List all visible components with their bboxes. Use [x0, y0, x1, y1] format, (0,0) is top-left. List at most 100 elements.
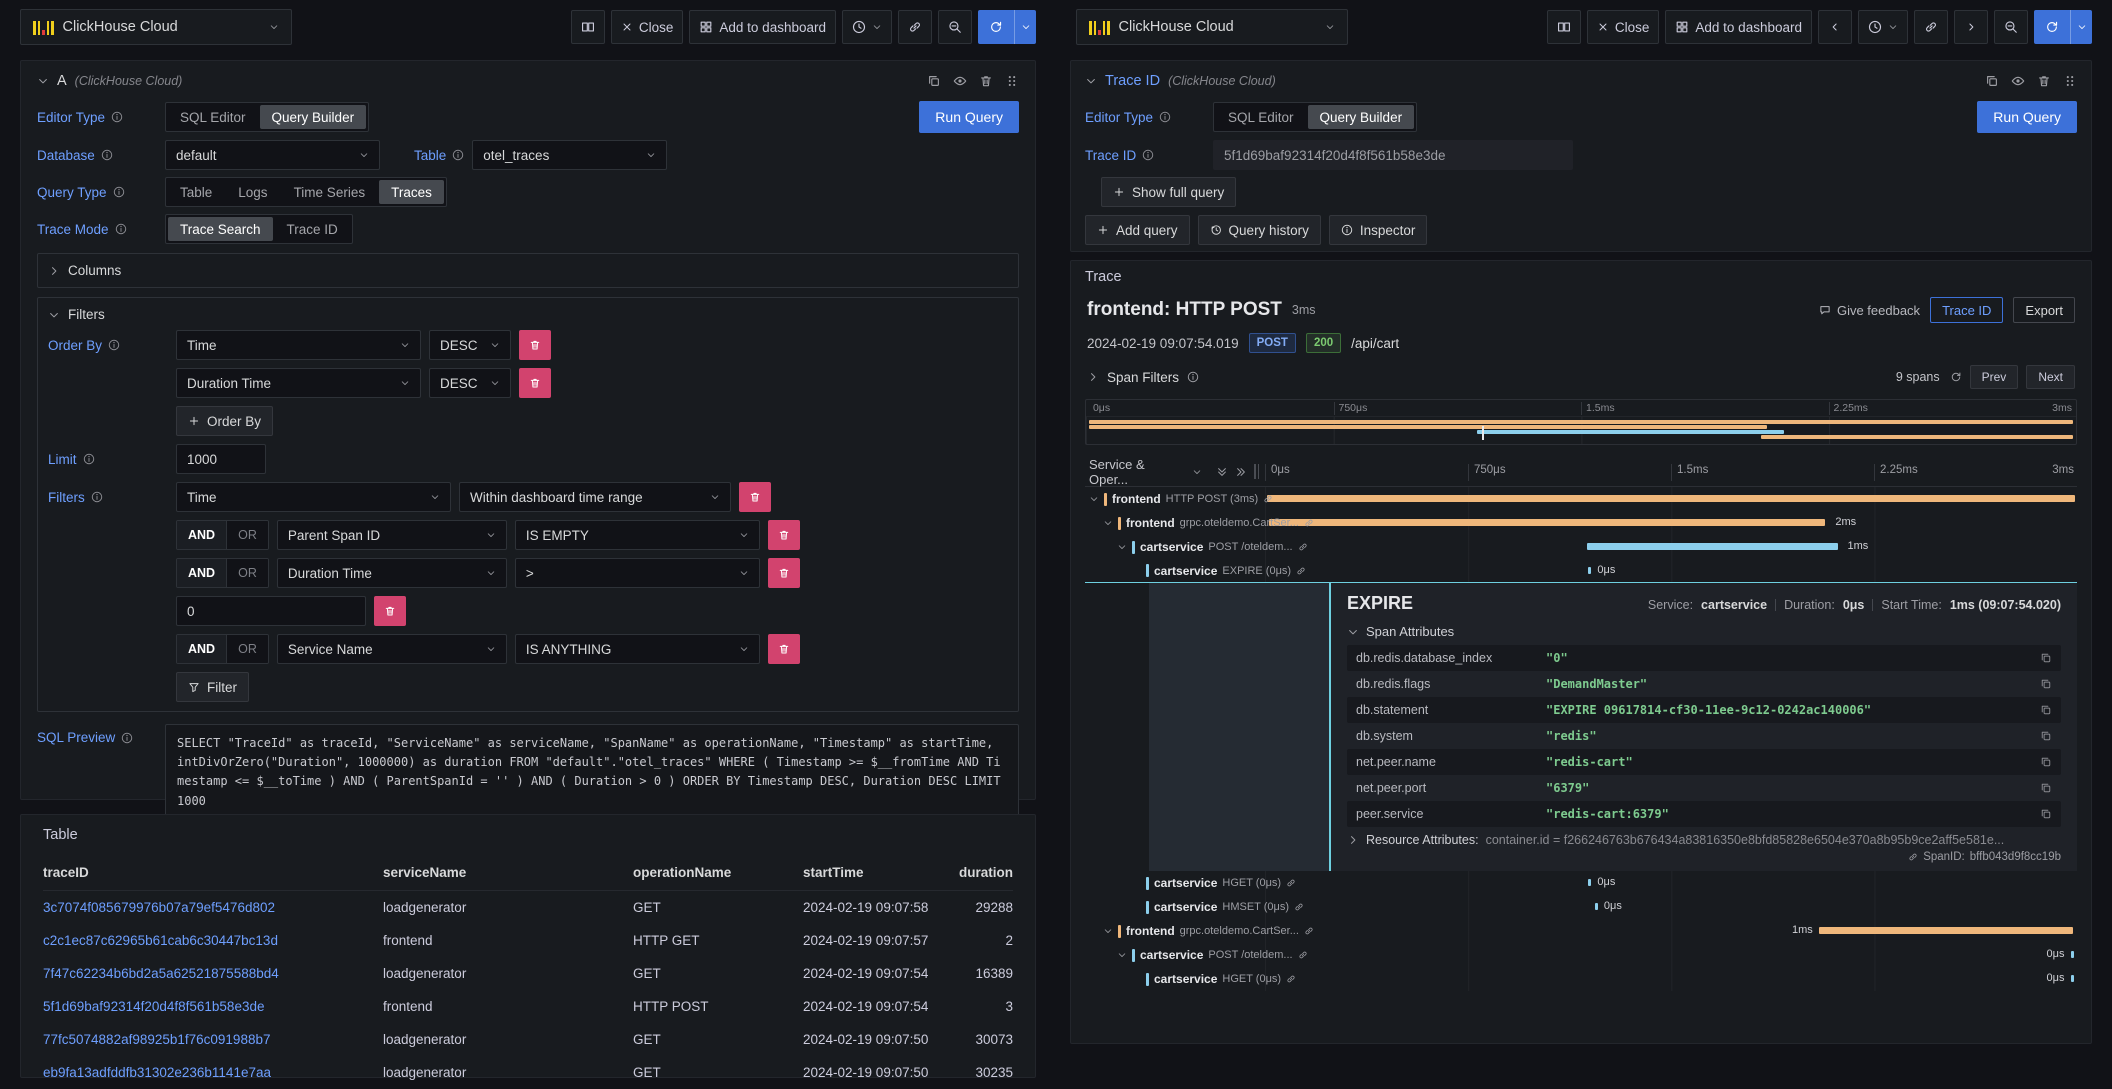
run-query-button[interactable]: Run Query [1977, 101, 2077, 133]
filter-field-select[interactable]: Time [176, 482, 451, 512]
time-shift-back-button[interactable] [1818, 10, 1852, 44]
span-row[interactable]: frontend grpc.oteldemo.CartSer... 2ms [1085, 511, 2077, 535]
refresh-interval-dropdown[interactable] [2070, 10, 2092, 44]
reset-filters-icon[interactable] [1950, 371, 1962, 383]
trace-id-link[interactable]: 5f1d69baf92314f20d4f8f561b58e3de [43, 999, 383, 1014]
delete-query-icon[interactable] [979, 74, 993, 88]
span-link-icon[interactable] [1294, 902, 1304, 912]
split-pane-button[interactable] [571, 10, 605, 44]
collapse-query-icon[interactable] [1085, 75, 1097, 87]
filter-operator-select[interactable]: IS ANYTHING [515, 634, 760, 664]
span-bar[interactable] [1269, 519, 1825, 526]
trace-id-link[interactable]: 77fc5074882af98925b1f76c091988b7 [43, 1032, 383, 1047]
column-header[interactable]: startTime [803, 865, 958, 880]
remove-filter-value-button[interactable] [374, 596, 406, 626]
span-bar[interactable] [1588, 567, 1591, 574]
trace-mode-search[interactable]: Trace Search [168, 217, 273, 241]
filter-field-select[interactable]: Service Name [277, 634, 507, 664]
limit-input[interactable] [176, 444, 266, 474]
collapse-all-icon[interactable] [1235, 466, 1247, 478]
remove-filter-button[interactable] [768, 634, 800, 664]
remove-filter-button[interactable] [768, 520, 800, 550]
sync-times-button[interactable] [898, 10, 932, 44]
show-full-query-button[interactable]: Show full query [1101, 177, 1236, 207]
columns-toggle[interactable]: Columns [48, 263, 1008, 278]
span-bar[interactable] [1267, 495, 2074, 502]
remove-filter-button[interactable] [768, 558, 800, 588]
and-option[interactable]: AND [177, 521, 226, 549]
toggle-query-visibility-icon[interactable] [2011, 74, 2025, 88]
copy-icon[interactable] [2040, 730, 2052, 742]
datasource-picker[interactable]: ClickHouse Cloud [20, 9, 292, 45]
add-to-dashboard-button[interactable]: Add to dashboard [689, 10, 836, 44]
chevron-right-icon[interactable] [1087, 371, 1099, 383]
zoom-out-button[interactable] [1994, 10, 2028, 44]
split-pane-button[interactable] [1547, 10, 1581, 44]
refresh-interval-dropdown[interactable] [1014, 10, 1036, 44]
trace-mode-id[interactable]: Trace ID [275, 217, 350, 241]
span-link-icon[interactable] [1304, 926, 1314, 936]
table-select[interactable]: otel_traces [472, 140, 667, 170]
datasource-picker[interactable]: ClickHouse Cloud [1076, 9, 1348, 45]
span-row[interactable]: cartservice HMSET (0μs) 0μs [1085, 895, 2077, 919]
or-option[interactable]: OR [226, 635, 268, 663]
query-type-time-series[interactable]: Time Series [282, 180, 378, 204]
inspector-button[interactable]: Inspector [1329, 215, 1428, 245]
collapse-query-icon[interactable] [37, 75, 49, 87]
span-row[interactable]: cartservice POST /oteldem... 0μs [1085, 943, 2077, 967]
add-to-dashboard-button[interactable]: Add to dashboard [1665, 10, 1812, 44]
span-bar[interactable] [2071, 951, 2074, 958]
delete-query-icon[interactable] [2037, 74, 2051, 88]
query-type-logs[interactable]: Logs [226, 180, 279, 204]
span-link-icon[interactable] [1286, 974, 1296, 984]
duplicate-query-icon[interactable] [1985, 74, 1999, 88]
remove-filter-button[interactable] [739, 482, 771, 512]
filters-toggle[interactable]: Filters [48, 307, 1008, 322]
refresh-button[interactable] [2034, 10, 2070, 44]
span-link-icon[interactable] [1298, 950, 1308, 960]
duplicate-query-icon[interactable] [927, 74, 941, 88]
service-column-label[interactable]: Service & Oper... [1089, 457, 1185, 487]
query-builder-option[interactable]: Query Builder [260, 105, 367, 129]
run-query-button[interactable]: Run Query [919, 101, 1019, 133]
remove-order-by-button[interactable] [519, 368, 551, 398]
and-option[interactable]: AND [177, 559, 226, 587]
column-resizer-handle[interactable] [1254, 464, 1259, 479]
sync-times-button[interactable] [1914, 10, 1948, 44]
or-option[interactable]: OR [226, 521, 268, 549]
and-option[interactable]: AND [177, 635, 226, 663]
export-button[interactable]: Export [2013, 297, 2075, 323]
trace-minimap[interactable]: 0μs 750μs 1.5ms 2.25ms 3ms [1085, 399, 2077, 445]
span-toggle-icon[interactable] [1089, 494, 1099, 504]
add-query-button[interactable]: Add query [1085, 215, 1190, 245]
expand-all-icon[interactable] [1216, 466, 1228, 478]
span-bar[interactable] [1588, 879, 1591, 886]
copy-icon[interactable] [2040, 652, 2052, 664]
trace-id-link[interactable]: c2c1ec87c62965b61cab6c30447bc13d [43, 933, 383, 948]
toggle-query-visibility-icon[interactable] [953, 74, 967, 88]
span-toggle-icon[interactable] [1117, 542, 1127, 552]
span-toggle-icon[interactable] [1103, 926, 1113, 936]
chevron-down-icon[interactable] [1192, 467, 1202, 477]
sql-editor-option[interactable]: SQL Editor [168, 105, 258, 129]
copy-icon[interactable] [2040, 782, 2052, 794]
filter-field-select[interactable]: Duration Time [277, 558, 507, 588]
span-bar[interactable] [1819, 927, 2073, 934]
time-range-button[interactable] [1858, 10, 1908, 44]
span-toggle-icon[interactable] [1117, 950, 1127, 960]
span-bar[interactable] [1595, 903, 1598, 910]
add-filter-button[interactable]: Filter [176, 672, 249, 702]
filter-value-input[interactable] [176, 596, 366, 626]
column-header[interactable]: traceID [43, 865, 383, 880]
prev-span-button[interactable]: Prev [1970, 365, 2019, 389]
order-by-field-select[interactable]: Time [176, 330, 421, 360]
span-link-icon[interactable] [1304, 518, 1314, 528]
next-span-button[interactable]: Next [2026, 365, 2075, 389]
span-filters-label[interactable]: Span Filters [1107, 370, 1179, 385]
sql-preview[interactable]: SELECT "TraceId" as traceId, "ServiceNam… [165, 724, 1019, 821]
span-row[interactable]: frontend grpc.oteldemo.CartSer... 1ms [1085, 919, 2077, 943]
time-shift-forward-button[interactable] [1954, 10, 1988, 44]
span-row[interactable]: cartservice HGET (0μs) 0μs [1085, 871, 2077, 895]
order-by-direction-select[interactable]: DESC [429, 330, 511, 360]
span-link-icon[interactable] [1296, 566, 1306, 576]
